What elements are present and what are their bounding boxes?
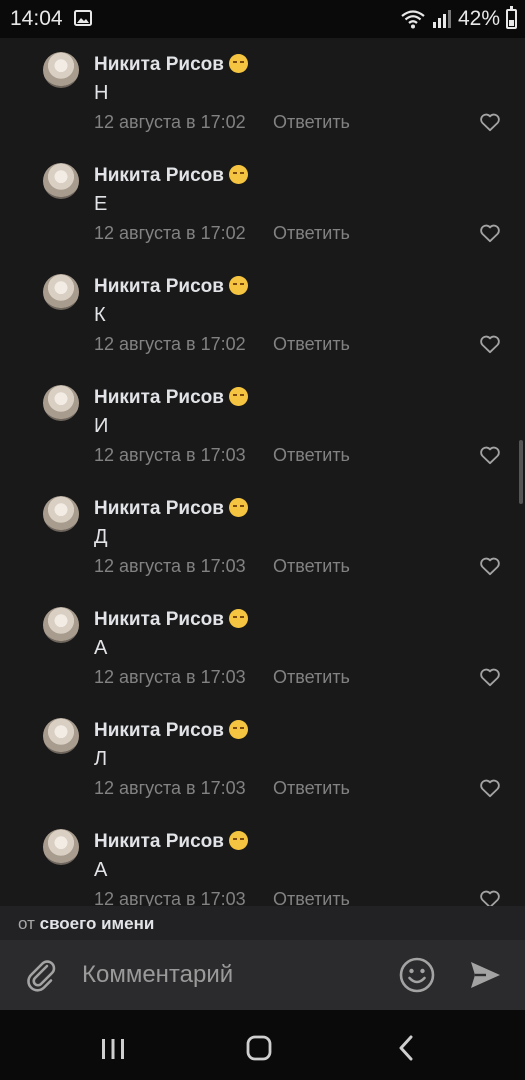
reply-button[interactable]: Ответить [273,334,350,355]
heart-icon[interactable] [479,778,501,798]
emoji-icon [228,498,248,517]
sender-prefix: от [18,914,35,933]
comment-author[interactable]: Никита Рисов [94,54,248,76]
avatar[interactable] [43,496,79,532]
avatar[interactable] [43,274,79,310]
reply-button[interactable]: Ответить [273,556,350,577]
home-icon[interactable] [246,1035,272,1061]
reply-button[interactable]: Ответить [273,667,350,688]
heart-icon[interactable] [479,667,501,687]
emoji-icon [228,387,248,406]
heart-icon[interactable] [479,334,501,354]
paperclip-icon[interactable] [24,957,60,993]
comments-list[interactable]: Никита Рисов Н 12 августа в 17:02 Ответи… [0,38,525,906]
emoji-icon [228,720,248,739]
comment-item: Никита Рисов И 12 августа в 17:03 Ответи… [0,371,525,482]
comment-text: Д [94,526,108,548]
comment-item: Никита Рисов Д 12 августа в 17:03 Ответи… [0,482,525,593]
comment-text: И [94,415,109,437]
wifi-icon [401,10,425,29]
recent-apps-icon[interactable] [100,1038,126,1060]
heart-icon[interactable] [479,556,501,576]
signal-icon [432,10,451,28]
comment-date: 12 августа в 17:03 [94,667,246,687]
emoji-icon [228,609,248,628]
comment-item: Никита Рисов Е 12 августа в 17:02 Ответи… [0,149,525,260]
comment-date: 12 августа в 17:02 [94,223,246,243]
comment-item: Никита Рисов А 12 августа в 17:03 Ответи… [0,815,525,906]
comment-item: Никита Рисов К 12 августа в 17:02 Ответи… [0,260,525,371]
heart-icon[interactable] [479,445,501,465]
reply-button[interactable]: Ответить [273,778,350,799]
avatar[interactable] [43,607,79,643]
comment-date: 12 августа в 17:03 [94,445,246,465]
comment-author[interactable]: Никита Рисов [94,387,248,409]
scrollbar-thumb[interactable] [519,440,523,504]
emoji-icon [228,54,248,73]
emoji-icon [228,165,248,184]
avatar[interactable] [43,829,79,865]
reply-button[interactable]: Ответить [273,889,350,906]
comment-author[interactable]: Никита Рисов [94,720,248,742]
comment-author[interactable]: Никита Рисов [94,609,248,631]
comment-composer [0,940,525,1010]
comment-text: А [94,637,108,659]
comment-author[interactable]: Никита Рисов [94,498,248,520]
heart-icon[interactable] [479,223,501,243]
comment-date: 12 августа в 17:03 [94,889,246,906]
avatar[interactable] [43,718,79,754]
comment-input[interactable] [70,958,404,992]
reply-button[interactable]: Ответить [273,112,350,133]
comment-date: 12 августа в 17:02 [94,334,246,354]
image-notification-icon [74,10,92,26]
sender-name: своего имени [39,914,155,933]
battery-percent: 42% [457,7,500,30]
comment-author[interactable]: Никита Рисов [94,276,248,298]
battery-icon [506,6,517,29]
reply-button[interactable]: Ответить [273,223,350,244]
smile-icon[interactable] [398,956,436,994]
sender-selector[interactable]: от своего имени [0,906,525,940]
comment-item: Никита Рисов А 12 августа в 17:03 Ответи… [0,593,525,704]
comment-text: А [94,859,108,881]
emoji-icon [228,831,248,850]
status-bar: 14:04 42% [0,0,525,38]
status-time: 14:04 [10,7,63,30]
comment-date: 12 августа в 17:03 [94,778,246,798]
heart-icon[interactable] [479,889,501,906]
comment-item: Никита Рисов Л 12 августа в 17:03 Ответи… [0,704,525,815]
comment-text: Е [94,193,108,215]
send-icon[interactable] [468,958,502,992]
comment-author[interactable]: Никита Рисов [94,165,248,187]
avatar[interactable] [43,385,79,421]
avatar[interactable] [43,163,79,199]
comment-date: 12 августа в 17:03 [94,556,246,576]
comment-text: Н [94,82,109,104]
heart-icon[interactable] [479,112,501,132]
comment-date: 12 августа в 17:02 [94,112,246,132]
avatar[interactable] [43,52,79,88]
back-icon[interactable] [397,1035,415,1061]
system-navigation-bar [0,1010,525,1080]
reply-button[interactable]: Ответить [273,445,350,466]
comment-text: Л [94,748,108,770]
comment-text: К [94,304,106,326]
comment-author[interactable]: Никита Рисов [94,831,248,853]
comment-item: Никита Рисов Н 12 августа в 17:02 Ответи… [0,38,525,149]
emoji-icon [228,276,248,295]
